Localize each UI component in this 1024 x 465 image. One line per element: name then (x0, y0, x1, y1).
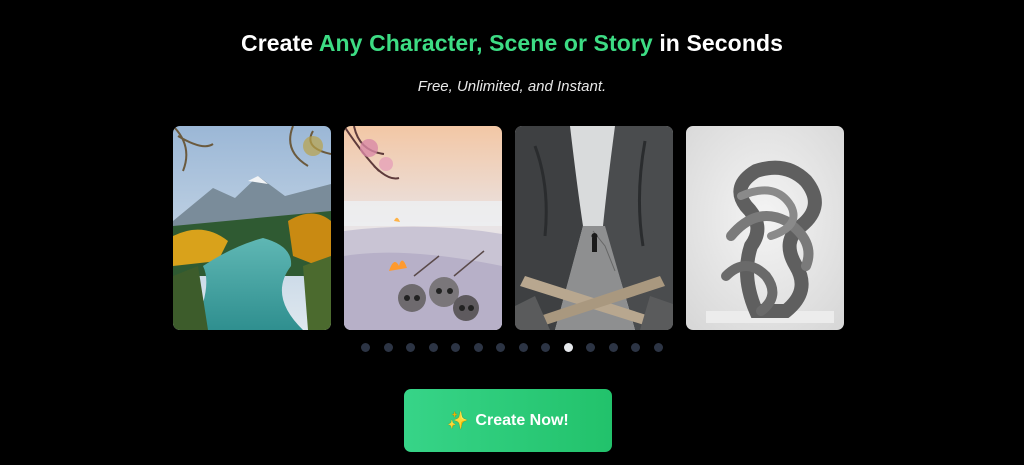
carousel-dot[interactable] (586, 343, 596, 352)
carousel-dot[interactable] (631, 343, 641, 352)
carousel-dot[interactable] (496, 343, 506, 352)
canyon-crossroads-figure-image (515, 126, 673, 330)
carousel-dot[interactable] (383, 343, 393, 352)
carousel-slide-sculpture[interactable] (686, 126, 844, 330)
snowy-skulls-campfire-image (344, 126, 502, 330)
title-highlight: Any Character, Scene or Story (318, 30, 653, 56)
title-suffix: in Seconds (659, 30, 784, 56)
carousel-dot[interactable] (361, 343, 371, 352)
carousel-dot[interactable] (563, 343, 573, 352)
image-carousel (173, 126, 845, 330)
title-prefix: Create (240, 30, 314, 56)
carousel-slide-skulls[interactable] (344, 126, 502, 330)
sparkle-icon: ✨ (447, 410, 469, 430)
create-now-label: Create Now! (475, 411, 569, 429)
twisted-knot-sculpture-image (686, 126, 844, 330)
page-title: Create Any Character, Scene or Story in … (0, 30, 1024, 57)
carousel-dot[interactable] (518, 343, 528, 352)
carousel-dot[interactable] (473, 343, 483, 352)
carousel-pagination (0, 343, 1024, 352)
create-now-button[interactable]: ✨ Create Now! (404, 389, 612, 452)
carousel-dot[interactable] (653, 343, 663, 352)
carousel-dot[interactable] (541, 343, 551, 352)
carousel-dot[interactable] (428, 343, 438, 352)
carousel-dot[interactable] (406, 343, 416, 352)
carousel-slide-river[interactable] (173, 126, 331, 330)
carousel-dot[interactable] (608, 343, 618, 352)
carousel-slide-canyon[interactable] (515, 126, 673, 330)
carousel-dot[interactable] (451, 343, 461, 352)
page-subtitle: Free, Unlimited, and Instant. (417, 78, 607, 95)
river-landscape-image (173, 126, 331, 330)
